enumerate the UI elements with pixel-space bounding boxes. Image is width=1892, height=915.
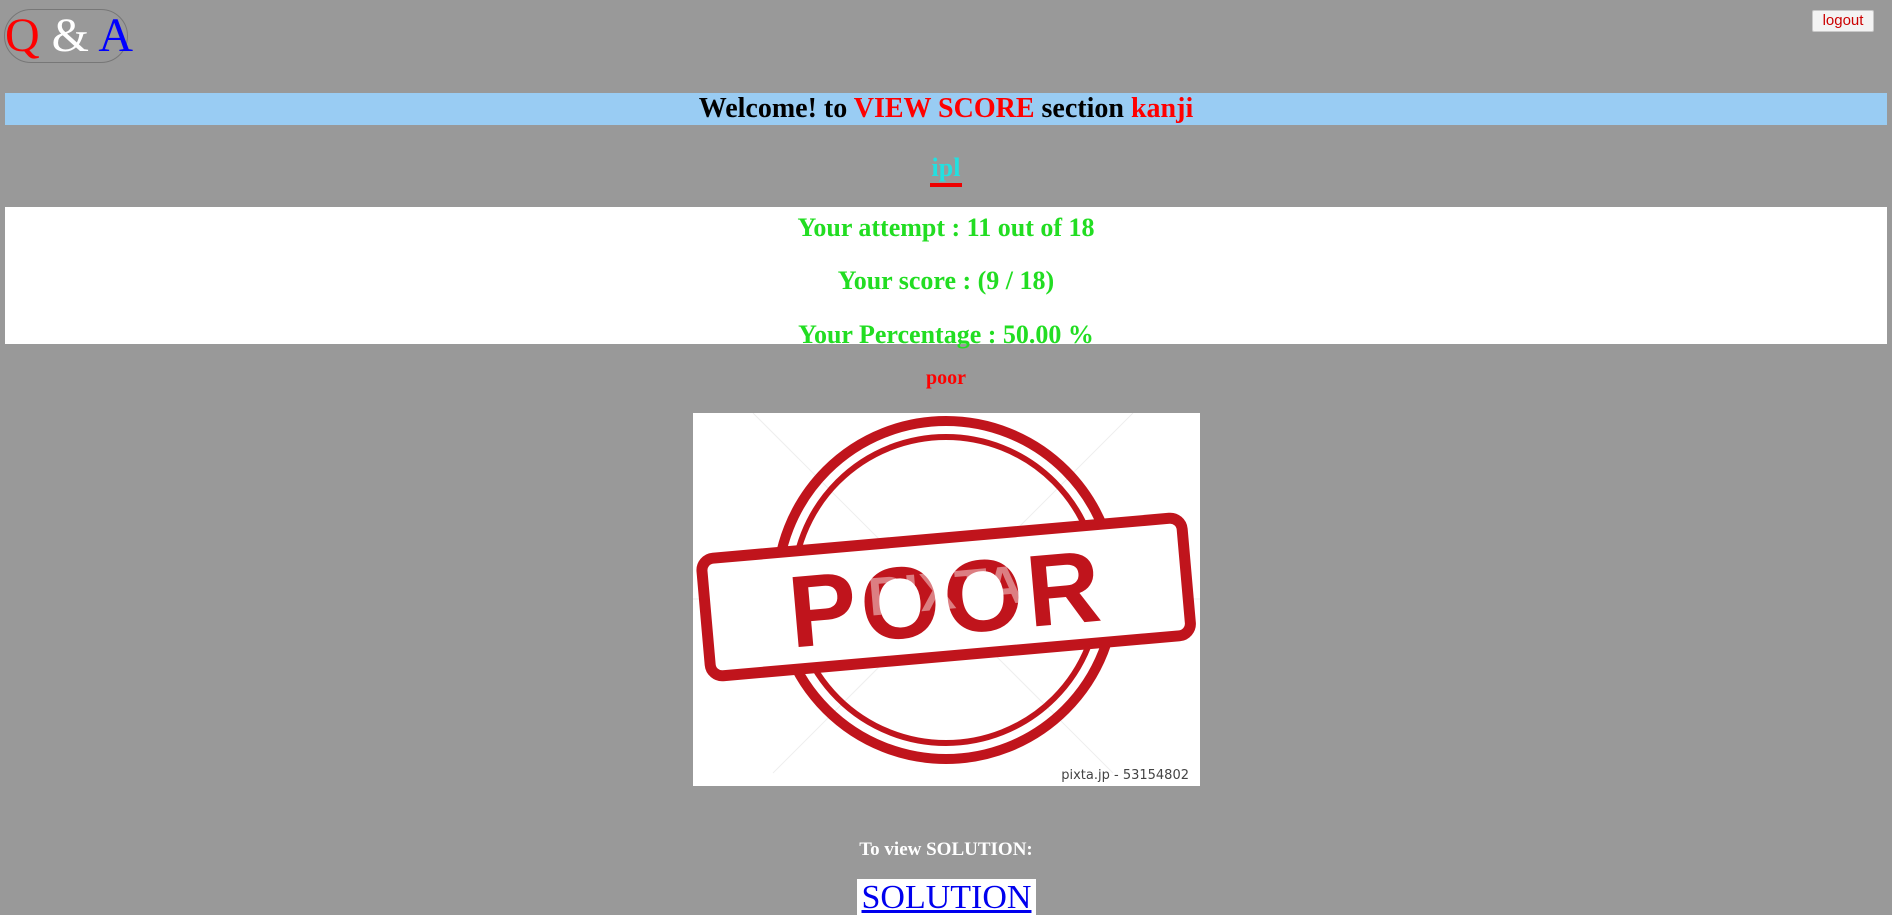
poor-stamp-image: POOR PIXTA pixta.jp - 53154802 [693,413,1200,786]
logout-button[interactable]: logout [1812,10,1874,32]
solution-prompt: To view SOLUTION: [859,839,1033,860]
results-panel: Your attempt : 11 out of 18 Your score :… [5,207,1887,349]
solution-link[interactable]: SOLUTION [857,879,1036,915]
image-credit: pixta.jp - 53154802 [1061,768,1189,783]
score-text: Your score : (9 / 18) [837,266,1055,295]
poor-stamp-graphic: POOR PIXTA pixta.jp - 53154802 [693,413,1200,783]
percentage-text: Your Percentage : 50.00 % [798,320,1094,349]
welcome-middle: section [1041,93,1124,124]
grade-label: poor [926,367,966,389]
welcome-username: kanji [1130,93,1194,124]
quiz-title: ipl [929,153,963,187]
site-logo[interactable]: Q & A [4,9,133,63]
quiz-title-wrapper: ipl [0,153,1892,187]
logo-letter-q: Q [5,9,40,62]
logo-letter-a: A [98,9,134,62]
welcome-section-name: VIEW SCORE [853,93,1035,124]
welcome-prefix: Welcome! to [698,93,848,124]
attempt-text: Your attempt : 11 out of 18 [797,213,1095,242]
welcome-banner: Welcome! to VIEW SCORE section kanji [5,93,1887,125]
logo-ampersand: & [51,9,90,62]
